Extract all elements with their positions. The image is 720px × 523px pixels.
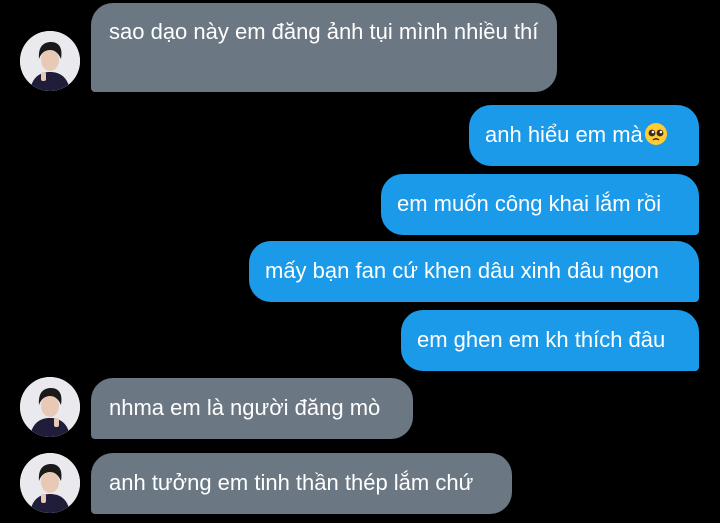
message-text: nhma em là người đăng mò <box>109 395 381 420</box>
message-bubble-outgoing[interactable]: anh hiểu em mà <box>469 105 699 166</box>
contact-avatar[interactable] <box>20 377 80 437</box>
pleading-face-emoji-icon <box>644 122 668 153</box>
contact-avatar[interactable] <box>20 31 80 91</box>
message-bubble-incoming[interactable]: sao dạo này em đăng ảnh tụi mình nhiều t… <box>91 3 557 92</box>
avatar-photo <box>20 453 80 513</box>
message-bubble-outgoing[interactable]: em ghen em kh thích đâu <box>401 310 699 371</box>
avatar-photo <box>20 377 80 437</box>
contact-avatar[interactable] <box>20 453 80 513</box>
message-bubble-outgoing[interactable]: mấy bạn fan cứ khen dâu xinh dâu ngon <box>249 241 699 302</box>
message-text: anh hiểu em mà <box>485 122 643 147</box>
message-text: anh tưởng em tinh thần thép lắm chứ <box>109 470 474 495</box>
message-bubble-outgoing[interactable]: em muốn công khai lắm rồi <box>381 174 699 235</box>
message-text: em muốn công khai lắm rồi <box>397 191 662 216</box>
message-bubble-incoming[interactable]: anh tưởng em tinh thần thép lắm chứ <box>91 453 512 514</box>
message-text: sao dạo này em đăng ảnh tụi mình nhiều t… <box>109 19 539 44</box>
message-text: mấy bạn fan cứ khen dâu xinh dâu ngon <box>265 258 659 283</box>
message-text: em ghen em kh thích đâu <box>417 327 666 352</box>
avatar-photo <box>20 31 80 91</box>
message-bubble-incoming[interactable]: nhma em là người đăng mò <box>91 378 413 439</box>
